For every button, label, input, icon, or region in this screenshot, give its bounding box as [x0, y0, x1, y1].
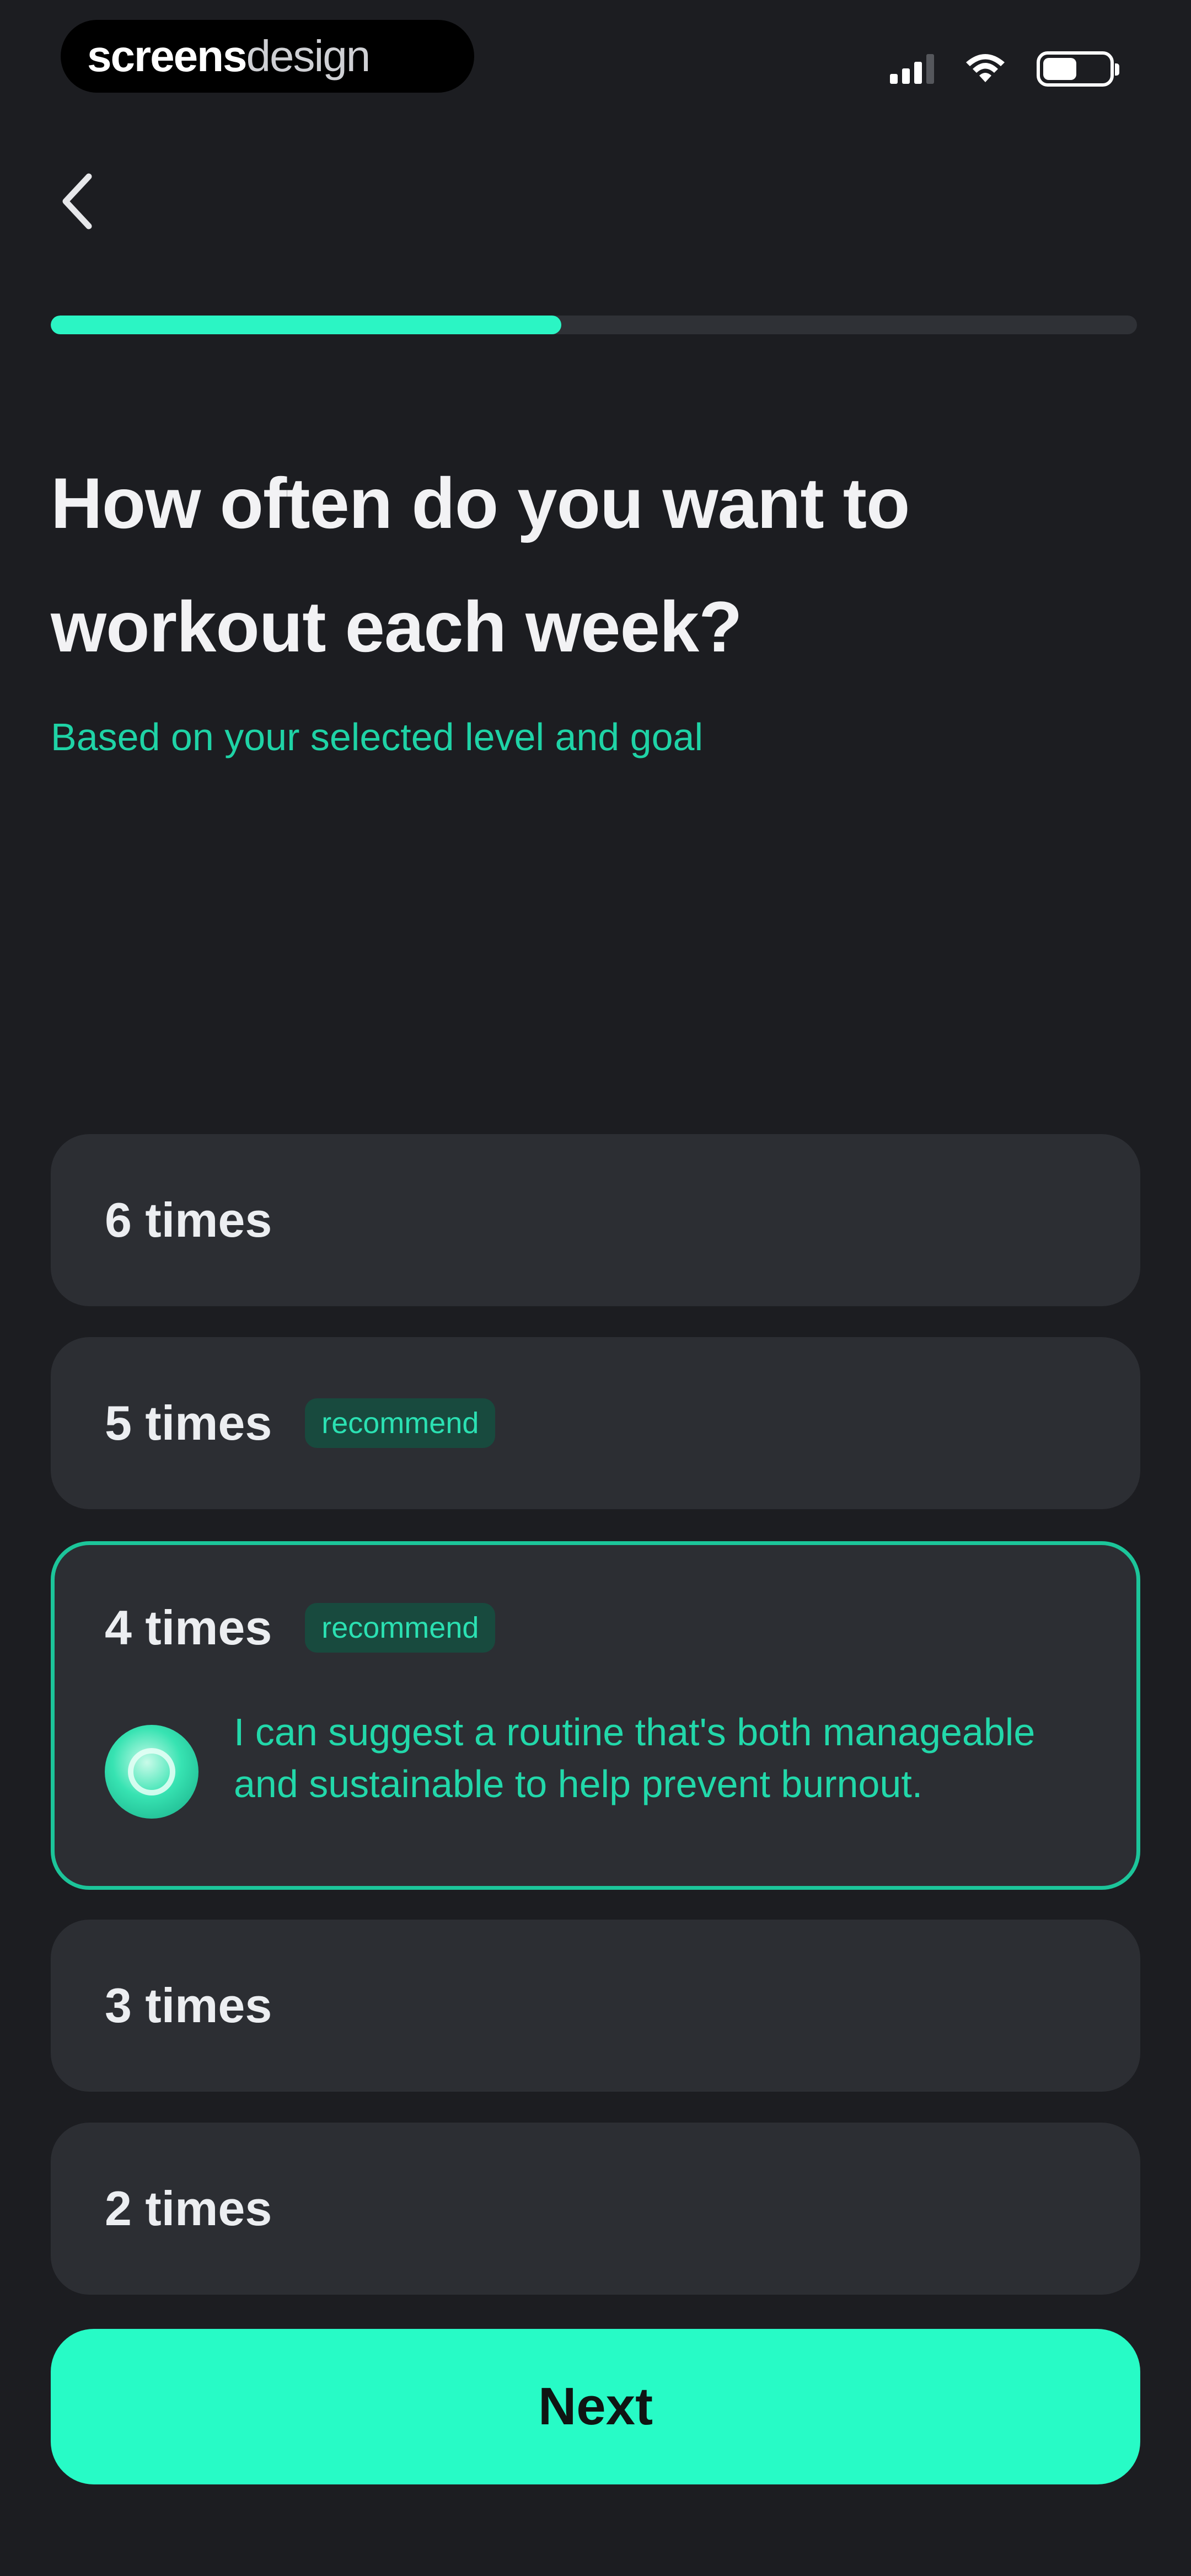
workout-frequency-screen: screens design How often do you want to … — [0, 0, 1191, 2576]
option-label: 6 times — [105, 1193, 272, 1247]
option-row: 4 times recommend — [105, 1545, 496, 1711]
recommend-badge: recommend — [305, 1603, 496, 1653]
option-6-times[interactable]: 6 times — [51, 1134, 1140, 1306]
brand-name-light: design — [246, 31, 371, 81]
option-label: 5 times — [105, 1396, 272, 1450]
chevron-left-icon — [62, 173, 92, 229]
option-3-times[interactable]: 3 times — [51, 1920, 1140, 2092]
recommend-badge: recommend — [305, 1398, 496, 1448]
next-button[interactable]: Next — [51, 2329, 1140, 2484]
option-4-times[interactable]: 4 times recommend I can suggest a routin… — [51, 1541, 1140, 1890]
status-bar: screens design — [0, 0, 1191, 127]
signal-icon — [890, 54, 934, 84]
brand-name-strong: screens — [87, 31, 247, 81]
brand-pill: screens design — [61, 20, 474, 93]
coach-message-text: I can suggest a routine that's both mana… — [234, 1711, 1036, 1805]
option-5-times[interactable]: 5 times recommend — [51, 1337, 1140, 1509]
coach-message: I can suggest a routine that's both mana… — [105, 1706, 1086, 1819]
battery-fill — [1043, 58, 1077, 80]
coach-avatar-icon — [105, 1725, 198, 1819]
option-row: 5 times recommend — [105, 1337, 496, 1509]
progress-fill — [51, 316, 561, 334]
page-title: How often do you want to workout each we… — [51, 463, 910, 667]
option-row: 2 times — [105, 2123, 272, 2295]
option-label: 3 times — [105, 1978, 272, 2033]
option-label: 2 times — [105, 2181, 272, 2236]
progress-bar — [51, 316, 1137, 334]
option-row: 6 times — [105, 1134, 272, 1306]
status-icons — [890, 50, 1119, 88]
back-button[interactable] — [44, 160, 110, 243]
option-label: 4 times — [105, 1600, 272, 1655]
wifi-icon — [966, 54, 1005, 82]
option-2-times[interactable]: 2 times — [51, 2123, 1140, 2295]
battery-icon — [1037, 51, 1119, 87]
option-row: 3 times — [105, 1920, 272, 2092]
page-subtitle: Based on your selected level and goal — [51, 715, 704, 758]
